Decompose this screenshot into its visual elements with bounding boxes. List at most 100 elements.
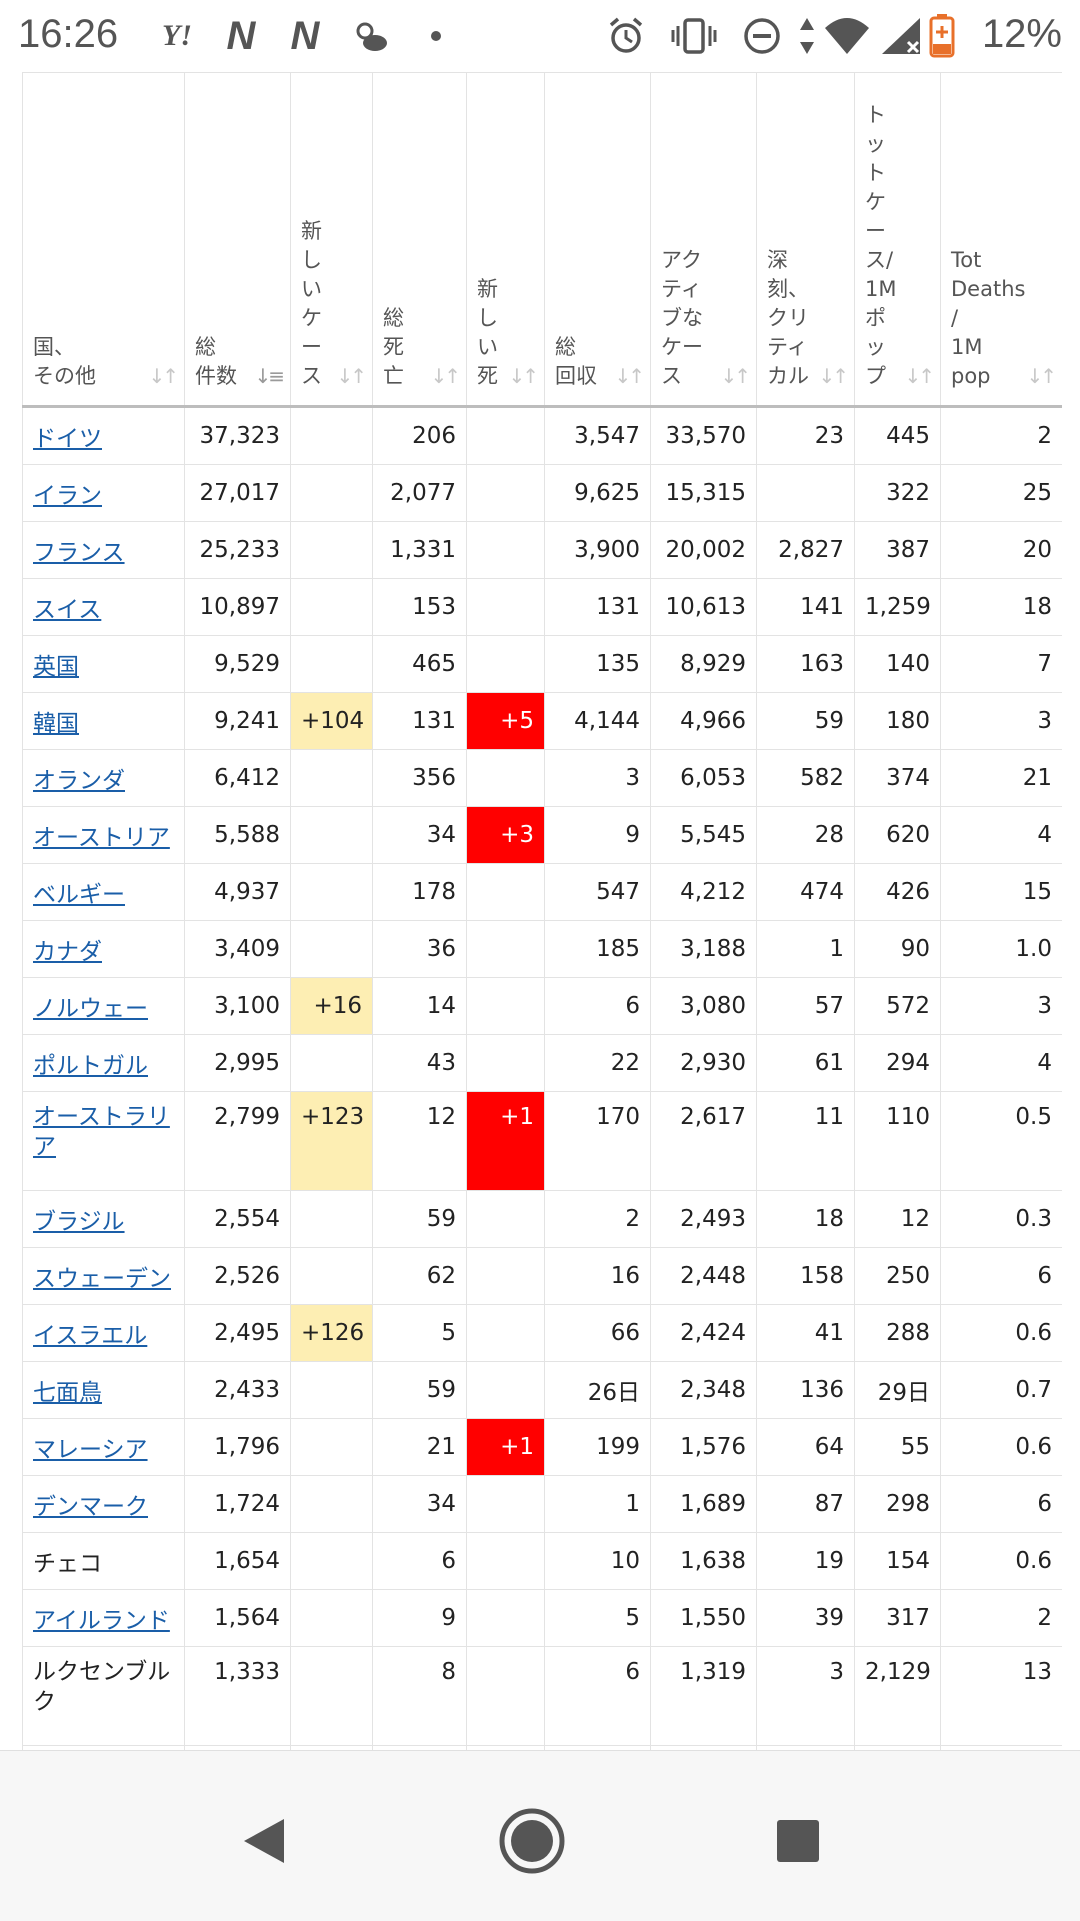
table-row: ノルウェー 3,100 +16 14 6 3,080 57 572 3 <box>22 977 1062 1035</box>
cell-total-recovered: 3 <box>544 749 651 807</box>
cell-total-cases: 2,495 <box>184 1304 291 1362</box>
table-row: 英国 9,529 465 135 8,929 163 140 7 <box>22 635 1062 693</box>
sort-icon[interactable]: ↓≡ <box>254 362 284 391</box>
alarm-icon <box>604 14 648 58</box>
country-link[interactable]: マレーシア <box>33 1437 148 1463</box>
column-header-serious[interactable]: 深 刻、 クリ ティ カル ↓↑ <box>756 72 855 408</box>
country-cell: スウェーデン <box>22 1247 185 1305</box>
covid-table-container[interactable]: 国、 その他 ↓↑ 総 件数 ↓≡ 新 し い ケ ー ス ↓↑ 総 死 亡 ↓↑ 新 し い … <box>22 72 1062 1750</box>
sort-icon[interactable]: ↓↑ <box>818 362 848 391</box>
cell-cases-per-1m: 294 <box>854 1034 941 1092</box>
cell-new-deaths <box>466 1190 545 1248</box>
country-link[interactable]: イラン <box>33 483 102 509</box>
cell-new-cases <box>290 749 373 807</box>
cell-deaths-per-1m: 21 <box>940 749 1062 807</box>
back-icon[interactable] <box>224 1801 304 1881</box>
cell-deaths-per-1m: 0.6 <box>940 1304 1062 1362</box>
sort-icon[interactable]: ↓↑ <box>614 362 644 391</box>
cell-active-cases: 6,053 <box>650 749 757 807</box>
table-row: イスラエル 2,495 +126 5 66 2,424 41 288 0.6 <box>22 1304 1062 1362</box>
cell-deaths-per-1m: 0.6 <box>940 1532 1062 1590</box>
column-header-cases-per-1m[interactable]: ト ッ ト ケ ー ス/ 1M ポ ッ プ ↓↑ <box>854 72 941 408</box>
cell-deaths-per-1m: 4 <box>940 1034 1062 1092</box>
country-link[interactable]: 韓国 <box>33 711 79 737</box>
column-header-total-deaths[interactable]: 総 死 亡 ↓↑ <box>372 72 467 408</box>
country-cell: チェコ <box>22 1532 185 1590</box>
cell-new-deaths: +1 <box>466 1091 545 1191</box>
country-link[interactable]: ベルギー <box>33 882 125 908</box>
country-cell: ドイツ <box>22 406 185 465</box>
cell-serious: 41 <box>756 1304 855 1362</box>
cell-new-deaths <box>466 977 545 1035</box>
country-link[interactable]: ノルウェー <box>33 996 148 1022</box>
country-link[interactable]: 英国 <box>33 654 79 680</box>
cell-new-cases <box>290 1589 373 1647</box>
sort-icon[interactable]: ↓↑ <box>1026 362 1056 391</box>
country-link[interactable]: スウェーデン <box>33 1266 171 1292</box>
column-header-total-cases[interactable]: 総 件数 ↓≡ <box>184 72 291 408</box>
sort-icon[interactable]: ↓↑ <box>148 362 178 391</box>
country-link[interactable]: ポルトガル <box>33 1053 148 1079</box>
country-link[interactable]: フランス <box>33 540 125 566</box>
news-n-icon: N <box>290 13 320 58</box>
country-link[interactable]: ドイツ <box>33 426 102 452</box>
country-link[interactable]: アイルランド <box>33 1608 170 1634</box>
country-link[interactable]: イスラエル <box>33 1323 147 1349</box>
table-row: カナダ 3,409 36 185 3,188 1 90 1.0 <box>22 920 1062 978</box>
cell-new-deaths <box>466 406 545 465</box>
column-header-active-cases[interactable]: アク ティ ブな ケー ス ↓↑ <box>650 72 757 408</box>
table-row: オーストラリア 2,799 +123 12 +1 170 2,617 11 110 0.5 <box>22 1091 1062 1191</box>
column-header-total-recovered[interactable]: 総 回収 ↓↑ <box>544 72 651 408</box>
country-cell: オーストラリア <box>22 1091 185 1191</box>
cell-total-recovered: 9 <box>544 806 651 864</box>
sort-icon[interactable]: ↓↑ <box>904 362 934 391</box>
cell-active-cases: 3,080 <box>650 977 757 1035</box>
country-link[interactable]: オーストラリア <box>33 1104 170 1160</box>
cell-active-cases: 33,570 <box>650 406 757 465</box>
country-link[interactable]: オーストリア <box>33 825 170 851</box>
dnd-icon <box>740 14 784 58</box>
cell-total-deaths: 62 <box>372 1247 467 1305</box>
sort-icon[interactable]: ↓↑ <box>430 362 460 391</box>
country-link[interactable]: カナダ <box>33 939 102 965</box>
sort-icon[interactable]: ↓↑ <box>336 362 366 391</box>
sort-icon[interactable]: ↓↑ <box>720 362 750 391</box>
cell-total-cases: 9,529 <box>184 635 291 693</box>
cell-total-recovered: 170 <box>544 1091 651 1191</box>
table-row: フランス 25,233 1,331 3,900 20,002 2,827 387 20 <box>22 521 1062 579</box>
column-header-deaths-per-1m[interactable]: Tot Deaths / 1M pop ↓↑ <box>940 72 1062 408</box>
battery-percent: 12% <box>981 12 1062 56</box>
signal-icon <box>878 14 924 58</box>
navigation-bar <box>0 1750 1080 1921</box>
recents-icon[interactable] <box>758 1801 838 1881</box>
cell-serious: 474 <box>756 863 855 921</box>
country-link[interactable]: スイス <box>33 597 101 623</box>
cell-deaths-per-1m: 18 <box>940 578 1062 636</box>
cell-serious: 39 <box>756 1589 855 1647</box>
cell-total-recovered: 199 <box>544 1418 651 1476</box>
cell-cases-per-1m: 288 <box>854 1304 941 1362</box>
cell-total-recovered: 22 <box>544 1034 651 1092</box>
home-icon[interactable] <box>492 1801 572 1881</box>
column-header-country[interactable]: 国、 その他 ↓↑ <box>22 72 185 408</box>
cell-serious: 28 <box>756 806 855 864</box>
cell-serious: 582 <box>756 749 855 807</box>
vibrate-icon <box>668 14 720 58</box>
cell-serious: 158 <box>756 1247 855 1305</box>
country-link[interactable]: デンマーク <box>33 1494 148 1520</box>
cell-active-cases: 10,613 <box>650 578 757 636</box>
sort-icon[interactable]: ↓↑ <box>508 362 538 391</box>
country-link[interactable]: ブラジル <box>33 1209 125 1235</box>
cell-deaths-per-1m: 4 <box>940 806 1062 864</box>
country-cell: ポルトガル <box>22 1034 185 1092</box>
cell-active-cases: 2,348 <box>650 1361 757 1419</box>
cell-new-deaths <box>466 635 545 693</box>
cell-total-cases: 2,433 <box>184 1361 291 1419</box>
column-header-new-deaths[interactable]: 新 し い 死 ↓↑ <box>466 72 545 408</box>
cell-serious: 141 <box>756 578 855 636</box>
cell-new-deaths: +5 <box>466 692 545 750</box>
country-link[interactable]: オランダ <box>33 768 125 794</box>
country-link[interactable]: 七面鳥 <box>33 1380 102 1406</box>
column-header-new-cases[interactable]: 新 し い ケ ー ス ↓↑ <box>290 72 373 408</box>
cell-serious: 136 <box>756 1361 855 1419</box>
